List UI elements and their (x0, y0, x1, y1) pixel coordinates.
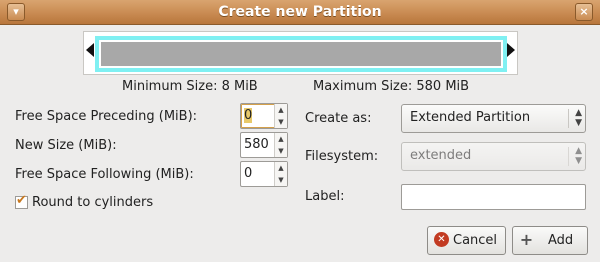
partition-label-label: Label: (305, 189, 345, 204)
filesystem-label: Filesystem: (305, 149, 379, 164)
spinner-buttons: ▲ ▼ (274, 133, 287, 157)
round-to-cylinders-label[interactable]: Round to cylinders (32, 195, 153, 210)
dialog-title: Create new Partition (218, 4, 382, 20)
free-space-following-spinner[interactable]: 0 ▲ ▼ (240, 161, 288, 187)
spinner-buttons: ▲ ▼ (274, 162, 287, 186)
combo-separator (568, 147, 569, 166)
add-button[interactable]: + Add (512, 226, 588, 255)
free-space-following-value[interactable]: 0 (244, 166, 252, 181)
resize-left-handle[interactable] (86, 43, 94, 57)
free-space-following-label: Free Space Following (MiB): (15, 167, 194, 182)
spin-down-icon[interactable]: ▼ (275, 174, 287, 186)
free-space-preceding-label: Free Space Preceding (MiB): (15, 109, 198, 124)
new-size-spinner[interactable]: 580 ▲ ▼ (240, 132, 288, 158)
new-size-label: New Size (MiB): (15, 138, 117, 153)
cancel-button-label: Cancel (453, 233, 498, 248)
create-as-value: Extended Partition (410, 110, 531, 125)
close-icon[interactable]: × (575, 3, 593, 21)
chevron-up-down-icon: ▲ ▼ (575, 108, 582, 128)
title-bar: ▾ Create new Partition × (0, 0, 600, 25)
spin-down-icon[interactable]: ▼ (275, 145, 287, 157)
free-space-preceding-spinner[interactable]: 0 ▲ ▼ (240, 103, 288, 129)
partition-frame[interactable] (95, 36, 507, 72)
minimum-size-label: Minimum Size: 8 MiB (122, 79, 258, 94)
new-size-value[interactable]: 580 (244, 137, 269, 152)
create-as-label: Create as: (305, 111, 372, 126)
combo-separator (568, 109, 569, 128)
filesystem-dropdown: extended ▲ ▼ (401, 142, 586, 171)
cancel-icon: ✕ (434, 232, 449, 247)
round-to-cylinders-checkbox[interactable]: ✔ (15, 193, 28, 209)
maximum-size-label: Maximum Size: 580 MiB (313, 79, 470, 94)
create-partition-dialog: ▾ Create new Partition × Minimum Size: 8… (0, 0, 600, 262)
checkmark-icon: ✔ (16, 193, 27, 208)
chevron-up-down-icon: ▲ ▼ (575, 146, 582, 166)
spin-down-icon[interactable]: ▼ (275, 116, 287, 128)
partition-used-space (101, 42, 501, 66)
spin-up-icon[interactable]: ▲ (275, 133, 287, 145)
create-as-dropdown[interactable]: Extended Partition ▲ ▼ (401, 104, 586, 133)
spin-up-icon[interactable]: ▲ (275, 162, 287, 174)
resize-right-handle[interactable] (507, 43, 515, 57)
add-icon: + (519, 230, 534, 249)
free-space-preceding-value[interactable]: 0 (244, 108, 253, 123)
cancel-button[interactable]: ✕ Cancel (427, 226, 506, 255)
filesystem-value: extended (410, 148, 472, 163)
partition-label-input[interactable] (401, 184, 586, 210)
spinner-buttons: ▲ ▼ (274, 104, 287, 128)
partition-visual (83, 31, 518, 75)
add-button-label: Add (548, 233, 574, 248)
spin-up-icon[interactable]: ▲ (275, 104, 287, 116)
